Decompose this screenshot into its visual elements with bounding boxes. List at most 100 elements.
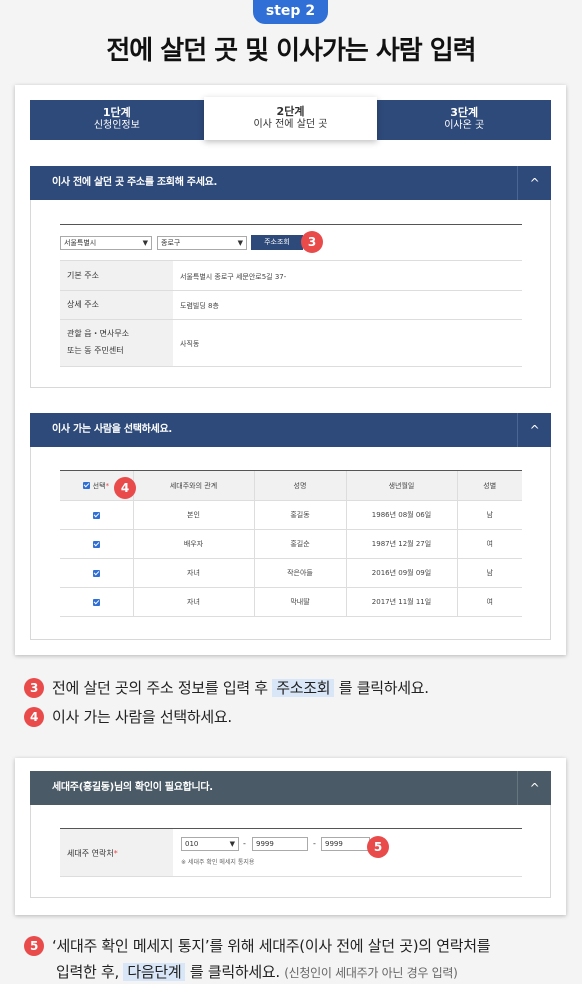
step-badge: step 2 <box>253 0 328 24</box>
section-title: 이사 전에 살던 곳 주소를 조회해 주세요. <box>52 177 217 188</box>
checkbox-icon[interactable] <box>83 482 91 489</box>
tab-step-3[interactable]: 3단계 이사온 곳 <box>377 100 552 140</box>
phone-middle-input[interactable]: 9999 <box>252 837 308 851</box>
step-marker-3: 3 <box>301 231 323 253</box>
instruction-text: 입력한 후, <box>56 963 119 981</box>
chevron-up-icon[interactable]: ^ <box>517 771 551 805</box>
relation-cell: 본인 <box>132 500 254 530</box>
householder-phone-label: 세대주 연락처* <box>67 848 118 859</box>
detail-address-label: 상세 주소 <box>67 300 99 309</box>
chevron-up-icon[interactable]: ^ <box>517 413 551 447</box>
highlight-search-button: 주소조회 <box>272 679 335 697</box>
birth-cell: 1987년 12월 27일 <box>345 529 457 559</box>
page-title: 전에 살던 곳 및 이사가는 사람 입력 <box>106 36 476 66</box>
step-marker-4: 4 <box>114 477 136 499</box>
birth-cell: 2016년 09월 09일 <box>345 558 457 588</box>
instruction-5-line2: 입력한 후, 다음단계 를 클릭하세요. (신청인이 세대주가 아닌 경우 입력… <box>56 961 458 982</box>
step-number: 1단계 <box>102 106 131 119</box>
label-text: 세대주 연락처 <box>67 849 114 858</box>
instruction-note: (신청인이 세대주가 아닌 경우 입력) <box>284 966 458 980</box>
step-number: 2단계 <box>276 105 305 118</box>
address-search-button[interactable]: 주소조회 <box>251 235 303 250</box>
relation-cell: 자녀 <box>132 587 254 617</box>
checkbox-icon[interactable] <box>92 569 100 577</box>
instruction-text: 를 클릭하세요. <box>189 963 280 981</box>
householder-section-header[interactable]: 세대주(홍길동)님의 확인이 필요합니다. ^ <box>30 771 551 805</box>
table-row: 자녀 막내딸 2017년 11월 11일 여 <box>60 587 522 617</box>
row-select-cell[interactable] <box>60 558 133 588</box>
gender-cell: 여 <box>456 587 522 617</box>
instruction-text: 전에 살던 곳의 주소 정보를 입력 후 <box>52 679 268 697</box>
city-select[interactable]: 서울특별시 ▼ <box>60 236 152 250</box>
highlight-next-button: 다음단계 <box>123 963 186 981</box>
divider <box>60 290 522 291</box>
checkbox-icon[interactable] <box>92 511 100 519</box>
phone-prefix-select[interactable]: 010 ▼ <box>181 837 239 851</box>
checkbox-icon[interactable] <box>92 540 100 548</box>
required-mark: * <box>113 849 118 858</box>
column-header: 성명 <box>253 470 346 501</box>
basic-address-label: 기본 주소 <box>67 271 99 280</box>
required-mark: * <box>105 481 110 490</box>
chevron-down-icon: ▼ <box>229 840 235 848</box>
column-header: 세대주와의 관계 <box>132 470 254 501</box>
name-cell: 홍길순 <box>253 529 346 559</box>
city-value: 서울특별시 <box>64 239 97 247</box>
instruction-4: 4 이사 가는 사람을 선택하세요. <box>24 706 232 727</box>
birth-cell: 2017년 11월 11일 <box>345 587 457 617</box>
chevron-down-icon: ▼ <box>142 239 148 247</box>
chevron-down-icon: ▼ <box>237 239 243 247</box>
gender-cell: 여 <box>456 529 522 559</box>
tab-step-1[interactable]: 1단계 신청인정보 <box>30 100 204 140</box>
birth-cell: 1986년 08월 06일 <box>345 500 457 530</box>
step-number: 3단계 <box>450 106 479 119</box>
row-select-cell[interactable] <box>60 529 133 559</box>
gender-cell: 남 <box>456 500 522 530</box>
tab-step-2[interactable]: 2단계 이사 전에 살던 곳 <box>203 97 378 140</box>
office-label-line2: 또는 동 주민센터 <box>67 346 124 355</box>
instruction-text: 이사 가는 사람을 선택하세요. <box>52 708 232 726</box>
column-header: 선택 <box>92 481 106 490</box>
detail-address-value: 도렴빌딩 8층 <box>180 302 219 310</box>
column-header: 성별 <box>456 470 522 501</box>
office-label-line1: 관할 읍・면사무소 <box>67 329 130 338</box>
chevron-up-icon[interactable]: ^ <box>517 166 551 200</box>
table-row: 본인 홍길동 1986년 08월 06일 남 <box>60 500 522 530</box>
district-value: 종로구 <box>161 239 181 247</box>
step-marker-5: 5 <box>367 836 389 858</box>
column-header: 생년월일 <box>345 470 457 501</box>
instruction-text: 를 클릭하세요. <box>338 679 429 697</box>
divider <box>60 319 522 320</box>
step-marker-4: 4 <box>24 707 44 727</box>
section-title: 이사 가는 사람을 선택하세요. <box>52 424 172 435</box>
relation-cell: 배우자 <box>132 529 254 559</box>
movers-section-header[interactable]: 이사 가는 사람을 선택하세요. ^ <box>30 413 551 447</box>
table-row: 자녀 작은아들 2016년 09월 09일 남 <box>60 558 522 588</box>
step-tabs: 1단계 신청인정보 2단계 이사 전에 살던 곳 3단계 이사온 곳 <box>30 97 552 140</box>
section-title: 세대주(홍길동)님의 확인이 필요합니다. <box>52 782 213 793</box>
address-section-header[interactable]: 이사 전에 살던 곳 주소를 조회해 주세요. ^ <box>30 166 551 200</box>
dash: - <box>243 839 246 848</box>
phone-middle-value: 9999 <box>256 840 274 848</box>
office-value: 사직동 <box>180 340 200 348</box>
divider <box>60 366 522 367</box>
checkbox-icon[interactable] <box>92 598 100 606</box>
basic-address-value: 서울특별시 종로구 세문안로5길 37- <box>180 273 287 281</box>
step-label: 신청인정보 <box>93 120 140 131</box>
relation-cell: 자녀 <box>132 558 254 588</box>
instruction-text: ‘세대주 확인 메세지 통지’를 위해 세대주(이사 전에 살던 곳)의 연락처… <box>52 937 491 955</box>
name-cell: 작은아들 <box>253 558 346 588</box>
step-marker-3: 3 <box>24 678 44 698</box>
phone-hint: ※ 세대주 확인 메세지 통지용 <box>181 859 255 866</box>
instruction-3: 3 전에 살던 곳의 주소 정보를 입력 후 주소조회 를 클릭하세요. <box>24 677 429 698</box>
phone-last-input[interactable]: 9999 <box>321 837 370 851</box>
district-select[interactable]: 종로구 ▼ <box>157 236 247 250</box>
step-marker-5: 5 <box>24 936 44 956</box>
divider <box>60 224 522 225</box>
name-cell: 홍길동 <box>253 500 346 530</box>
row-select-cell[interactable] <box>60 587 133 617</box>
row-select-cell[interactable] <box>60 500 133 530</box>
step-label: 이사 전에 살던 곳 <box>253 119 328 130</box>
step-label: 이사온 곳 <box>444 120 485 131</box>
divider <box>60 876 522 877</box>
